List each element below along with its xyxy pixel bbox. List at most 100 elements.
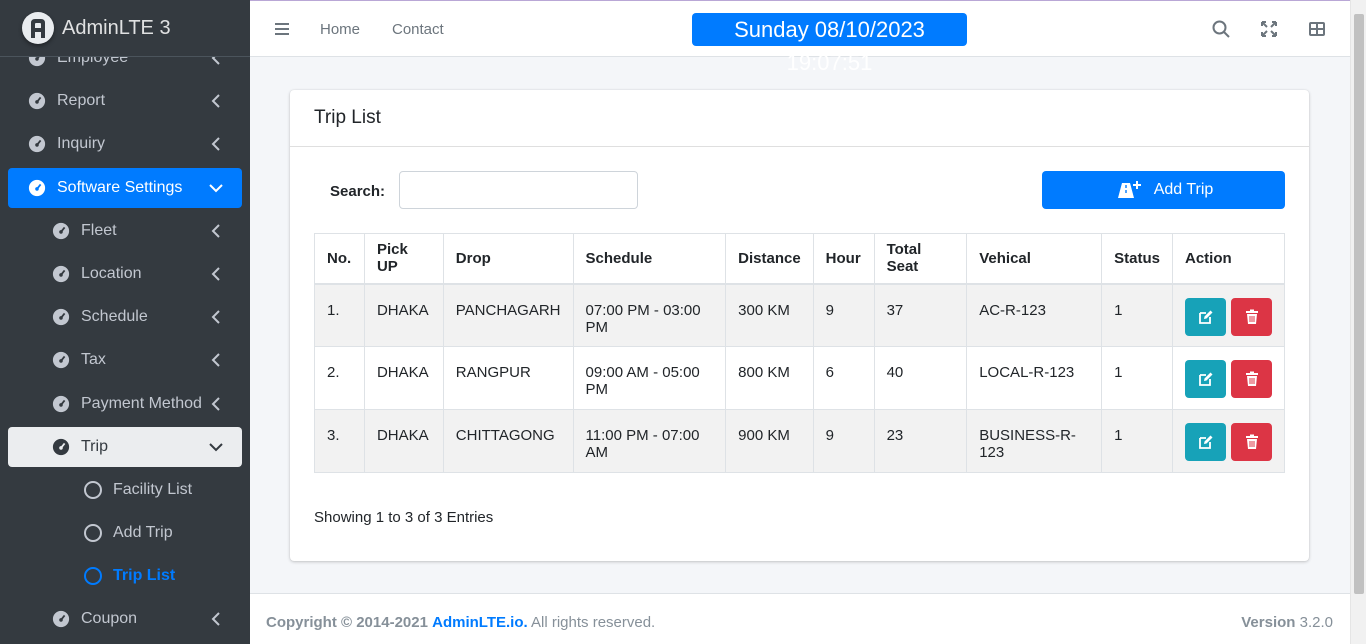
pagination-info: Showing 1 to 3 of 3 Entries bbox=[314, 509, 494, 526]
chevron-left-icon bbox=[208, 352, 224, 368]
version-number: 3.2.0 bbox=[1299, 614, 1333, 631]
edit-button[interactable] bbox=[1185, 360, 1226, 398]
add-trip-button-label: Add Trip bbox=[1153, 181, 1214, 198]
cell-schedule: 09:00 AM - 05:00 PM bbox=[572, 346, 727, 410]
trash-icon bbox=[1245, 309, 1258, 324]
search-input[interactable] bbox=[399, 171, 638, 209]
cell-vehicle: AC-R-123 bbox=[966, 283, 1103, 347]
table-row: 3. DHAKA CHITTAGONG 11:00 PM - 07:00 AM … bbox=[314, 409, 1285, 473]
dashboard-gauge-icon bbox=[51, 350, 71, 370]
chevron-left-icon bbox=[208, 309, 224, 325]
cell-pickup: DHAKA bbox=[363, 346, 444, 410]
chevron-left-icon bbox=[208, 396, 224, 412]
column-header: Action bbox=[1172, 233, 1285, 285]
top-navbar: Home Contact Sunday 08/10/2023 19:07:51 bbox=[250, 0, 1350, 75]
cell-distance: 900 KM bbox=[725, 409, 814, 473]
sidebar-item-trip-list[interactable]: Trip List bbox=[8, 556, 242, 596]
delete-button[interactable] bbox=[1231, 360, 1272, 398]
circle-outline-icon bbox=[83, 523, 103, 543]
cell-hour: 9 bbox=[812, 409, 875, 473]
sidebar-item-label: Trip List bbox=[113, 567, 176, 585]
datetime-badge: Sunday 08/10/2023 19:07:51 bbox=[692, 13, 967, 75]
column-header[interactable]: Hour bbox=[812, 233, 875, 285]
trash-icon bbox=[1245, 371, 1258, 386]
version-info: Version 3.2.0 bbox=[1241, 594, 1333, 644]
scrollbar-thumb[interactable] bbox=[1354, 14, 1364, 594]
edit-button[interactable] bbox=[1185, 297, 1226, 336]
sidebar-item-location[interactable]: Location bbox=[8, 254, 242, 294]
cell-status: 1 bbox=[1101, 283, 1173, 347]
cell-total-seat: 37 bbox=[873, 283, 968, 347]
sidebar-item-label: Fleet bbox=[81, 221, 117, 239]
dashboard-gauge-icon bbox=[51, 394, 71, 414]
column-header[interactable]: Status bbox=[1101, 233, 1173, 285]
cell-drop: PANCHAGARH bbox=[442, 283, 574, 347]
column-header[interactable]: Drop bbox=[442, 233, 574, 285]
vertical-scrollbar[interactable] bbox=[1350, 0, 1366, 644]
dashboard-gauge-icon bbox=[51, 437, 71, 457]
sidebar-item-label: Add Trip bbox=[113, 524, 173, 542]
cell-no: 1. bbox=[314, 283, 365, 347]
column-header[interactable]: Vehical bbox=[966, 233, 1103, 285]
search-label: Search: bbox=[330, 183, 386, 200]
sidebar-item-trip[interactable]: Trip bbox=[8, 426, 242, 467]
sidebar-item-inquiry[interactable]: Inquiry bbox=[8, 124, 242, 164]
column-header[interactable]: Pick UP bbox=[363, 233, 444, 285]
cell-pickup: DHAKA bbox=[363, 283, 444, 347]
footer: Copyright © 2014-2021 AdminLTE.io. All r… bbox=[250, 593, 1350, 644]
sidebar-item-label: Report bbox=[57, 92, 106, 110]
nav-link-home[interactable]: Home bbox=[320, 21, 360, 38]
trip-list-card: Trip List Search: Add Trip No. Pick UP D… bbox=[290, 90, 1309, 561]
chevron-left-icon bbox=[208, 93, 224, 109]
sidebar-item-software-settings[interactable]: Software Settings bbox=[8, 167, 242, 208]
cell-action bbox=[1172, 283, 1285, 347]
circle-outline-icon bbox=[83, 480, 103, 500]
cell-distance: 800 KM bbox=[725, 346, 814, 410]
nav-link-contact[interactable]: Contact bbox=[392, 21, 444, 38]
brand[interactable]: AdminLTE 3 bbox=[0, 0, 250, 57]
column-header[interactable]: Distance bbox=[725, 233, 814, 285]
sidebar-item-facility-list[interactable]: Facility List bbox=[8, 470, 242, 510]
column-header[interactable]: Schedule bbox=[572, 233, 727, 285]
edit-icon bbox=[1198, 435, 1212, 449]
control-sidebar-icon[interactable] bbox=[1308, 20, 1326, 38]
chevron-left-icon bbox=[208, 223, 224, 239]
sidebar-item-add-trip[interactable]: Add Trip bbox=[8, 513, 242, 553]
sidebar: Employee Report Inquiry Software Setting… bbox=[0, 0, 250, 644]
sidebar-item-report[interactable]: Report bbox=[8, 81, 242, 121]
footer-link[interactable]: AdminLTE.io. bbox=[432, 614, 528, 631]
cell-schedule: 11:00 PM - 07:00 AM bbox=[572, 409, 727, 473]
sidebar-item-label: Payment Method bbox=[81, 394, 202, 412]
delete-button[interactable] bbox=[1231, 297, 1272, 336]
search-icon[interactable] bbox=[1212, 20, 1230, 38]
cell-distance: 300 KM bbox=[725, 283, 814, 347]
brand-name: AdminLTE 3 bbox=[62, 16, 171, 39]
cell-drop: CHITTAGONG bbox=[442, 409, 574, 473]
chevron-left-icon bbox=[208, 611, 224, 627]
add-trip-button[interactable]: Add Trip bbox=[1042, 171, 1285, 209]
edit-icon bbox=[1198, 372, 1212, 386]
cell-action bbox=[1172, 346, 1285, 410]
table-header-row: No. Pick UP Drop Schedule Distance Hour … bbox=[314, 233, 1285, 285]
dashboard-gauge-icon bbox=[51, 221, 71, 241]
sidebar-item-tax[interactable]: Tax bbox=[8, 340, 242, 380]
sidebar-item-fleet[interactable]: Fleet bbox=[8, 211, 242, 251]
chevron-down-icon bbox=[208, 439, 224, 455]
sidebar-item-coupon[interactable]: Coupon bbox=[8, 599, 242, 639]
card-title: Trip List bbox=[290, 90, 1309, 147]
rights-text: All rights reserved. bbox=[531, 614, 656, 631]
version-label: Version bbox=[1241, 614, 1296, 631]
sidebar-item-schedule[interactable]: Schedule bbox=[8, 297, 242, 337]
cell-action bbox=[1172, 409, 1285, 473]
column-header[interactable]: Total Seat bbox=[873, 233, 968, 285]
edit-button[interactable] bbox=[1185, 423, 1226, 461]
cell-no: 3. bbox=[314, 409, 365, 473]
column-header[interactable]: No. bbox=[314, 233, 365, 285]
sidebar-item-label: Schedule bbox=[81, 308, 148, 326]
sidebar-item-payment-method[interactable]: Payment Method bbox=[8, 384, 242, 424]
hamburger-menu-icon[interactable] bbox=[274, 21, 290, 37]
trip-table: No. Pick UP Drop Schedule Distance Hour … bbox=[314, 233, 1285, 473]
delete-button[interactable] bbox=[1231, 423, 1272, 461]
fullscreen-icon[interactable] bbox=[1260, 20, 1278, 38]
cell-pickup: DHAKA bbox=[363, 409, 444, 473]
